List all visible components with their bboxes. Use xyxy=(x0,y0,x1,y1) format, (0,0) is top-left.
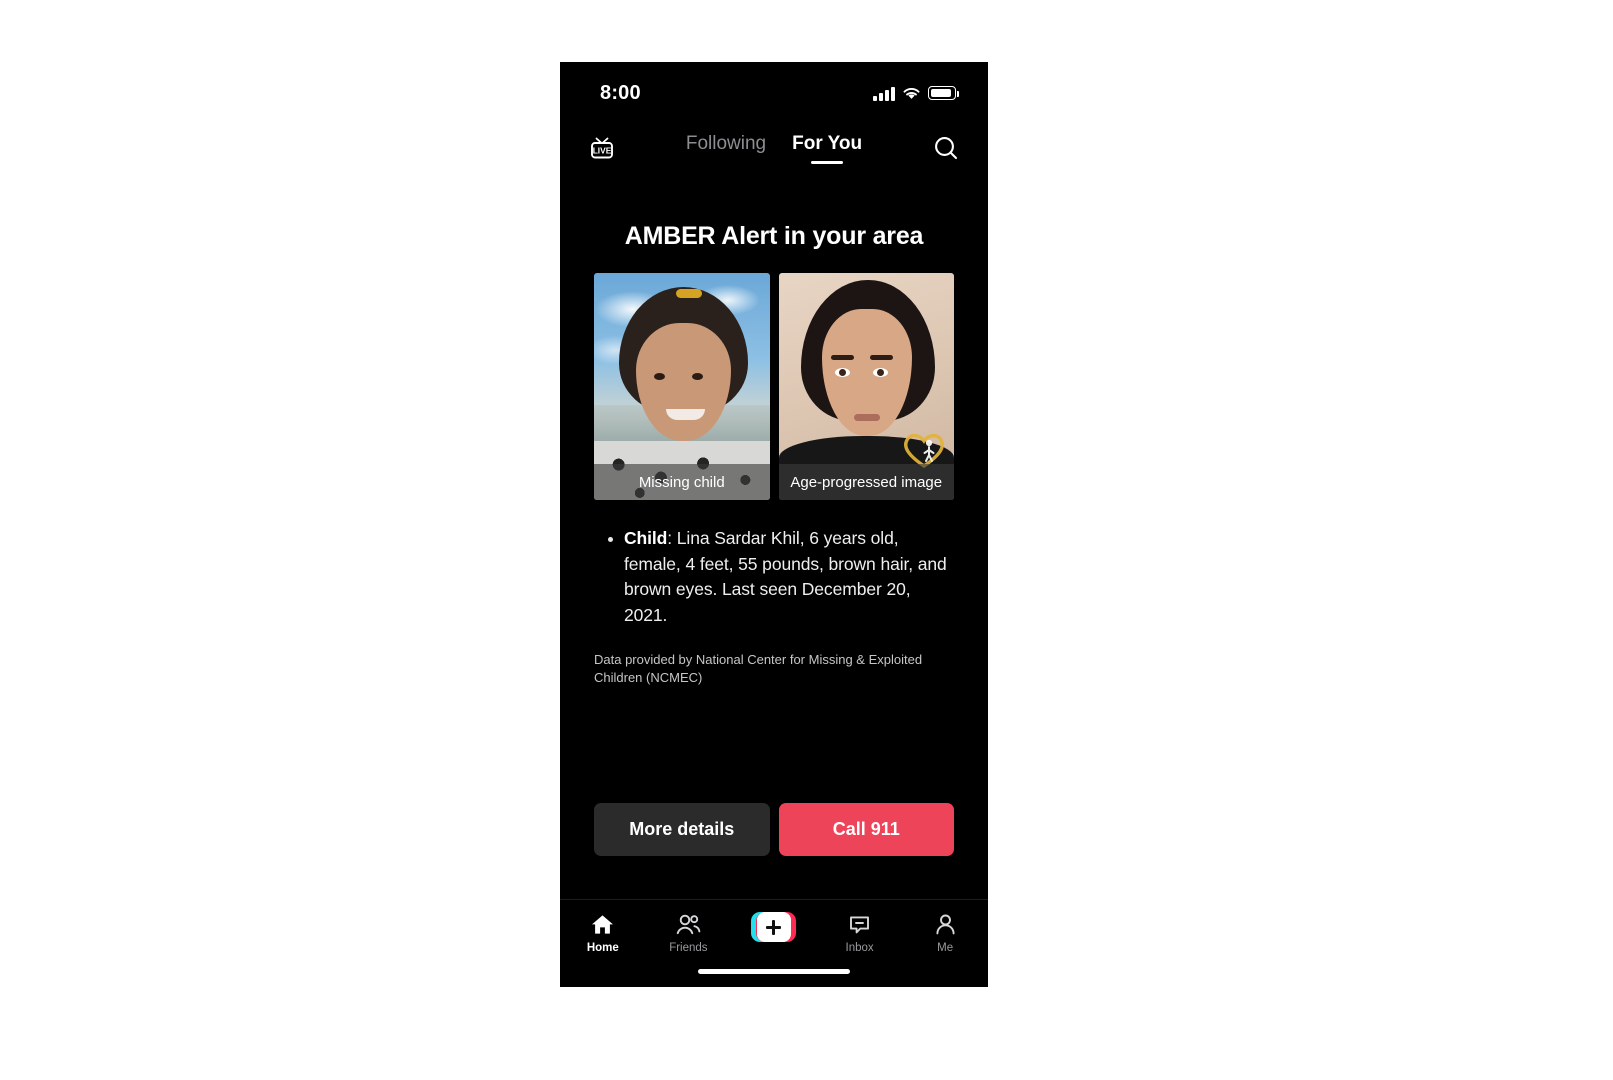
action-buttons: More details Call 911 xyxy=(560,803,988,856)
nav-label-home: Home xyxy=(586,942,619,954)
alert-details: Child: Lina Sardar Khil, 6 years old, fe… xyxy=(594,526,954,688)
create-plus-icon[interactable] xyxy=(751,912,797,942)
inbox-icon xyxy=(847,912,872,937)
missing-child-caption: Missing child xyxy=(594,464,770,500)
missing-child-photo[interactable]: Missing child xyxy=(594,273,770,500)
nav-label-inbox: Inbox xyxy=(845,942,874,954)
tab-following[interactable]: Following xyxy=(686,133,766,164)
status-bar: 8:00 xyxy=(560,62,988,120)
signal-bars-icon xyxy=(873,86,895,101)
photo-brow-right xyxy=(869,354,893,360)
age-progressed-caption: Age-progressed image xyxy=(778,464,954,500)
alert-photos: Missing child Age-progressed image xyxy=(594,273,954,500)
nav-item-friends[interactable]: Friends xyxy=(646,912,732,954)
detail-separator: : xyxy=(667,528,677,548)
profile-icon xyxy=(933,912,958,937)
alert-title: AMBER Alert in your area xyxy=(624,222,924,250)
svg-text:LIVE: LIVE xyxy=(593,145,612,155)
photo-hair-clip xyxy=(676,288,703,298)
photo-smile xyxy=(665,409,705,421)
nav-label-friends: Friends xyxy=(669,942,708,954)
feed-tabs: Following For You xyxy=(618,133,930,164)
plus-glyph xyxy=(766,919,782,935)
call-911-button[interactable]: Call 911 xyxy=(778,803,954,856)
wifi-icon xyxy=(903,87,920,99)
status-time: 8:00 xyxy=(600,81,641,104)
phone-screen: 8:00 LIVE Following For You AMBER Alert … xyxy=(560,62,988,987)
live-tv-icon[interactable]: LIVE xyxy=(586,132,618,164)
data-source-note: Data provided by National Center for Mis… xyxy=(594,651,923,686)
amber-alert-card: AMBER Alert in your area Missing child A… xyxy=(560,222,988,688)
nav-item-me[interactable]: Me xyxy=(902,912,988,954)
top-navigation: LIVE Following For You xyxy=(560,120,988,176)
home-icon xyxy=(590,912,615,937)
friends-icon xyxy=(675,912,702,937)
screenshot-canvas: 8:00 LIVE Following For You AMBER Alert … xyxy=(0,0,1613,1080)
detail-label: Child xyxy=(624,528,668,548)
more-details-button[interactable]: More details xyxy=(594,803,770,856)
detail-text: Child: Lina Sardar Khil, 6 years old, fe… xyxy=(624,526,954,629)
photo-lips xyxy=(853,413,881,421)
create-white-layer xyxy=(756,912,791,942)
age-progressed-photo[interactable]: Age-progressed image xyxy=(778,273,954,500)
nav-item-home[interactable]: Home xyxy=(560,912,646,954)
photo-eye-right xyxy=(692,372,704,380)
search-icon[interactable] xyxy=(930,132,962,164)
home-indicator xyxy=(698,969,850,974)
tab-for-you[interactable]: For You xyxy=(792,133,862,164)
detail-item-child: Child: Lina Sardar Khil, 6 years old, fe… xyxy=(608,526,954,629)
bullet-dot xyxy=(608,537,613,542)
battery-icon xyxy=(928,86,959,100)
nav-label-me: Me xyxy=(937,942,954,954)
photo-brow-left xyxy=(831,354,855,360)
status-indicators xyxy=(873,82,959,101)
nav-item-create[interactable] xyxy=(731,912,817,942)
photo-eye-left xyxy=(653,372,665,380)
nav-item-inbox[interactable]: Inbox xyxy=(817,912,903,954)
